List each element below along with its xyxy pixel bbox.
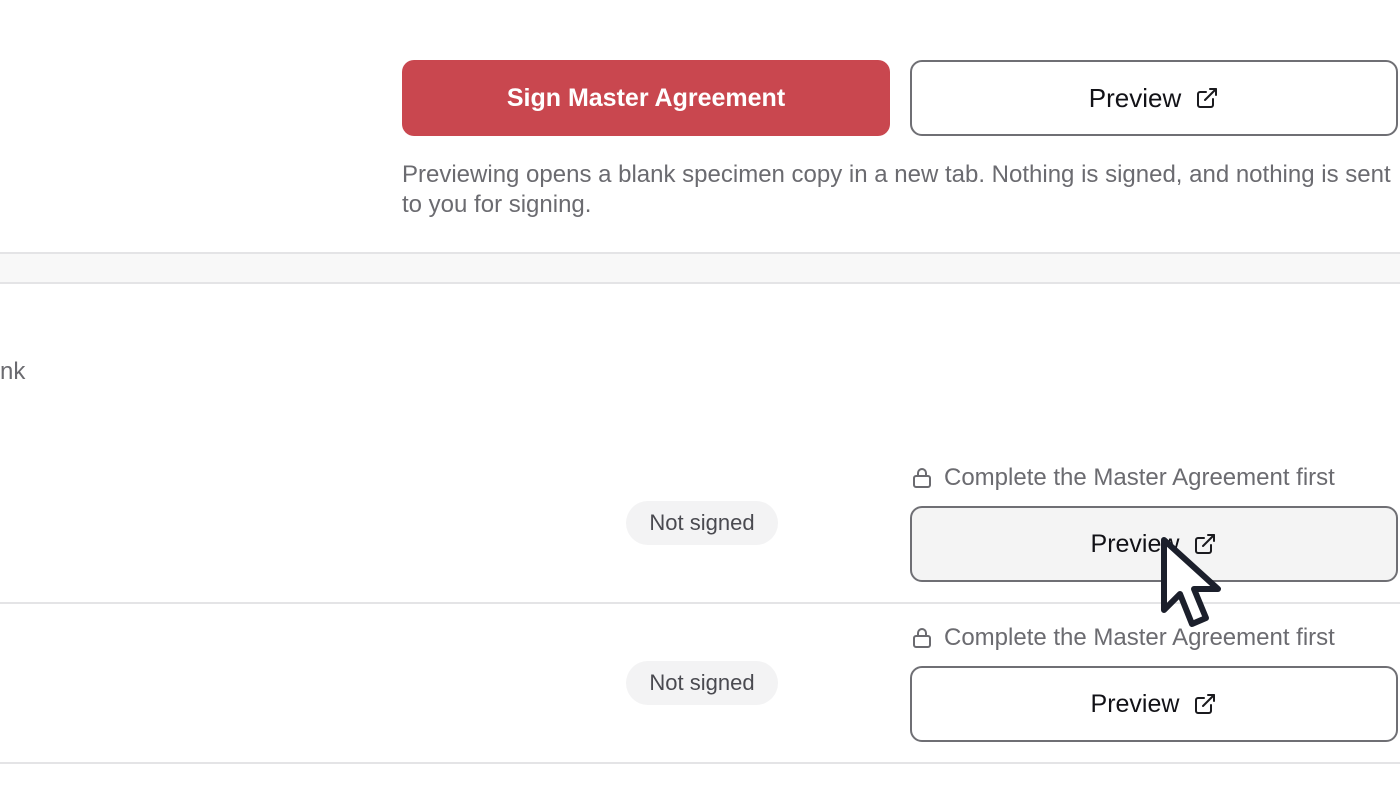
lock-icon [912,627,932,649]
preview-help-text: Previewing opens a blank specimen copy i… [402,161,1391,218]
locked-notice: Complete the Master Agreement first [912,464,1335,492]
status-badge: Not signed [626,501,778,545]
status-badge-label: Not signed [649,510,755,535]
section-description-fragment: blank [0,358,26,385]
locked-notice-text: Complete the Master Agreement first [944,624,1335,651]
document-preview-label: Preview [1090,529,1180,558]
section-divider [0,282,1400,284]
agreements-page: Sign Master Agreement Preview Previewing… [0,0,1400,788]
external-link-icon [1193,532,1217,556]
row-divider [0,762,1400,764]
lock-icon [912,467,932,489]
section-separator-band [0,254,1400,283]
status-badge: Not signed [626,661,778,705]
external-link-icon [1193,692,1217,716]
document-preview-button[interactable]: Preview [910,666,1398,742]
status-badge-label: Not signed [649,670,755,695]
sign-master-agreement-button[interactable]: Sign Master Agreement [402,60,890,136]
row-divider [0,602,1400,604]
master-preview-button[interactable]: Preview [910,60,1398,136]
locked-notice: Complete the Master Agreement first [912,624,1335,652]
document-preview-label: Preview [1090,689,1180,718]
sign-master-agreement-label: Sign Master Agreement [506,83,786,112]
master-preview-label: Preview [1088,82,1182,113]
locked-notice-text: Complete the Master Agreement first [944,464,1335,491]
document-preview-button[interactable]: Preview [910,506,1398,582]
external-link-icon [1195,86,1219,110]
